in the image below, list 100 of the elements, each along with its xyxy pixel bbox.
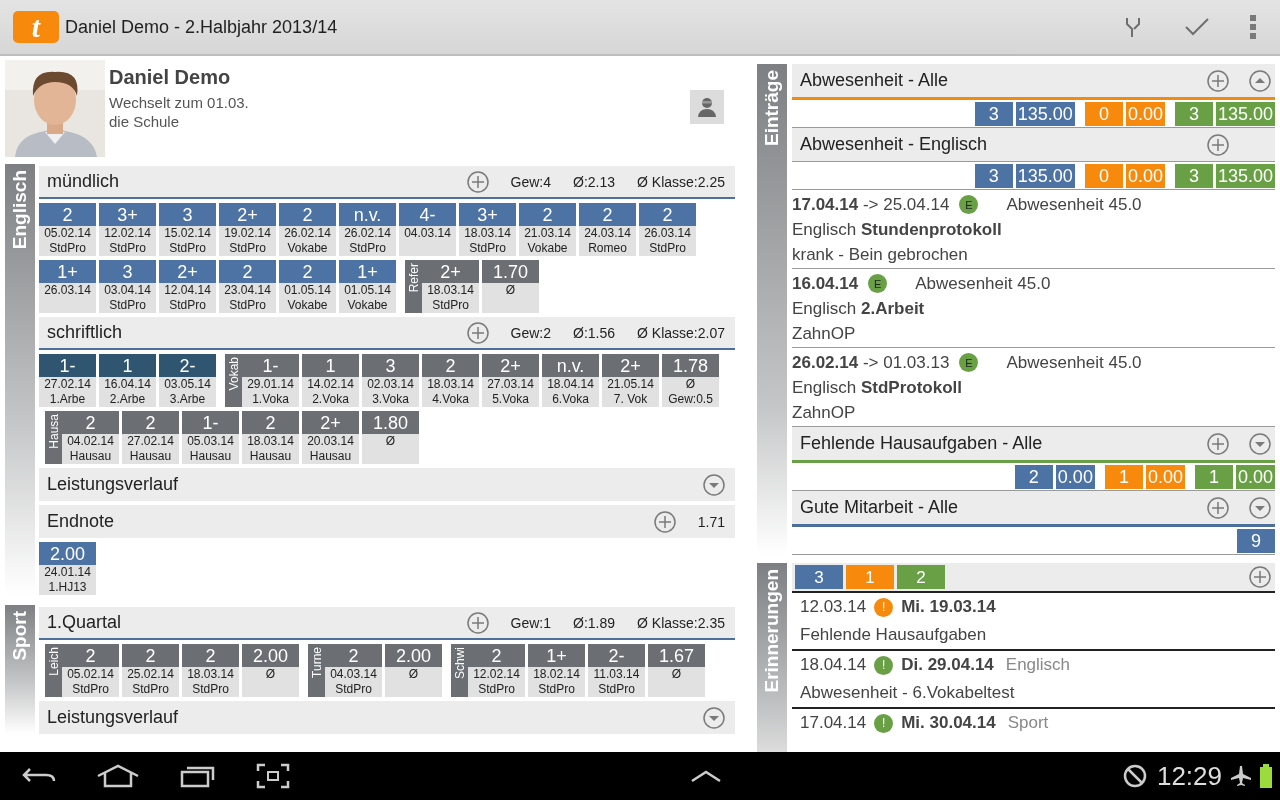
grade-value: 1+: [39, 260, 96, 283]
grade-caption: 18.03.14: [246, 434, 295, 449]
grade-tile[interactable]: 2.00 24.01.14 1.HJ13: [39, 542, 96, 595]
grade-tile[interactable]: 1.70 Ø: [482, 260, 539, 313]
expand-icon[interactable]: [703, 706, 725, 729]
add-icon[interactable]: [1207, 432, 1229, 455]
grade-tile[interactable]: 3 02.03.14 3.Voka: [362, 354, 419, 407]
expand-icon[interactable]: [703, 473, 725, 496]
grade-caption: 15.02.14: [163, 226, 212, 241]
grade-tile[interactable]: 2 05.02.14 StdPro: [62, 644, 119, 697]
grade-caption: 1.HJ13: [47, 579, 88, 594]
grade-tile[interactable]: 2 05.02.14 StdPro: [39, 203, 96, 256]
grade-tile[interactable]: 1 16.04.14 2.Arbe: [99, 354, 156, 407]
grade-tile[interactable]: 2 01.05.14 Vokabe: [279, 260, 336, 313]
grade-tile[interactable]: 1+ 26.03.14: [39, 260, 96, 313]
grade-tile[interactable]: 2 26.02.14 Vokabe: [279, 203, 336, 256]
grade-tile[interactable]: 2+ 18.03.14 StdPro: [422, 260, 479, 313]
section-header[interactable]: schriftlich Gew:2 Ø:1.56 Ø Klasse:2.07: [39, 317, 735, 350]
grade-tile[interactable]: 2+ 27.03.14 5.Voka: [482, 354, 539, 407]
add-icon[interactable]: [466, 611, 489, 634]
grade-tile[interactable]: n.v. 18.04.14 6.Voka: [542, 354, 599, 407]
grade-tile[interactable]: 3+ 12.02.14 StdPro: [99, 203, 156, 256]
reminder-due: Mi. 30.04.14: [901, 713, 996, 733]
grade-tile[interactable]: 2+ 12.04.14 StdPro: [159, 260, 216, 313]
grade-tile[interactable]: 1.80 Ø: [362, 411, 419, 464]
grade-tile[interactable]: 1+ 01.05.14 Vokabe: [339, 260, 396, 313]
grade-caption: Hausau: [188, 448, 233, 463]
add-icon[interactable]: [466, 321, 489, 344]
add-icon[interactable]: [653, 510, 676, 533]
grade-tile[interactable]: 2.00 Ø: [385, 644, 442, 697]
caret-up-icon[interactable]: [690, 769, 723, 783]
summary-header[interactable]: Gute Mitarbeit - Alle: [792, 491, 1275, 524]
grade-tile[interactable]: 2 12.02.14 StdPro: [468, 644, 525, 697]
summary-header[interactable]: Abwesenheit - Englisch: [792, 128, 1275, 161]
grade-tile[interactable]: 2.00 Ø: [242, 644, 299, 697]
grade-value: 2: [122, 644, 179, 667]
grade-tile[interactable]: 1.67 Ø: [648, 644, 705, 697]
add-icon[interactable]: [1249, 566, 1271, 588]
group-label: Leich: [45, 644, 62, 697]
grade-tile[interactable]: 2+ 20.03.14 Hausau: [302, 411, 359, 464]
entry-badge: E: [868, 274, 888, 293]
section-header[interactable]: Leistungsverlauf: [39, 468, 735, 501]
grade-tile[interactable]: 1+ 18.02.14 StdPro: [528, 644, 585, 697]
recent-apps-icon[interactable]: [180, 764, 216, 788]
grade-caption: 12.02.14: [472, 667, 521, 682]
contact-button[interactable]: [690, 90, 724, 124]
section-header[interactable]: mündlich Gew:4 Ø:2.13 Ø Klasse:2.25: [39, 166, 735, 199]
screenshot-icon[interactable]: [256, 763, 290, 789]
grade-tile[interactable]: 2 27.02.14 Hausau: [122, 411, 179, 464]
group-label: Vokab: [225, 354, 242, 407]
grade-tile[interactable]: 1- 05.03.14 Hausau: [182, 411, 239, 464]
grade-tile[interactable]: 2- 03.05.14 3.Arbe: [159, 354, 216, 407]
airplane-icon: [1230, 765, 1252, 787]
grade-tile[interactable]: n.v. 26.02.14 StdPro: [339, 203, 396, 256]
grade-tile[interactable]: 2 24.03.14 Romeo: [579, 203, 636, 256]
grade-tile[interactable]: 2 21.03.14 Vokabe: [519, 203, 576, 256]
grade-tile[interactable]: 3 15.02.14 StdPro: [159, 203, 216, 256]
grade-caption: StdPro: [48, 240, 87, 255]
grade-tile[interactable]: 2 18.03.14 StdPro: [182, 644, 239, 697]
expand-icon[interactable]: [1249, 432, 1271, 455]
grade-tile[interactable]: 3 03.04.14 StdPro: [99, 260, 156, 313]
grade-tile[interactable]: 2 23.04.14 StdPro: [219, 260, 276, 313]
entry-note: krank - Bein gebrochen: [792, 244, 969, 266]
grade-tile[interactable]: 1- 29.01.14 1.Voka: [242, 354, 299, 407]
entry-dates: 16.04.14: [792, 273, 859, 294]
summary-header[interactable]: Abwesenheit - Alle: [792, 64, 1275, 97]
grade-tile[interactable]: 2 04.02.14 Hausau: [62, 411, 119, 464]
check-icon[interactable]: [1184, 16, 1210, 38]
grade-tile[interactable]: 2 25.02.14 StdPro: [122, 644, 179, 697]
grade-tile[interactable]: 2 18.03.14 Hausau: [242, 411, 299, 464]
section-header[interactable]: 1.Quartal Gew:1 Ø:1.89 Ø Klasse:2.35: [39, 607, 735, 640]
grade-caption: 21.05.14: [606, 377, 655, 392]
grade-tile[interactable]: 4- 04.03.14: [399, 203, 456, 256]
add-icon[interactable]: [1207, 496, 1229, 519]
add-icon[interactable]: [466, 170, 489, 193]
home-icon[interactable]: [96, 764, 140, 788]
grade-tile[interactable]: 2 18.03.14 4.Voka: [422, 354, 479, 407]
section-stat: Ø Klasse:2.35: [637, 614, 725, 631]
grade-caption: 4.Voka: [431, 391, 470, 406]
grade-tile[interactable]: 3+ 18.03.14 StdPro: [459, 203, 516, 256]
expand-icon[interactable]: [1249, 496, 1271, 519]
summary-header[interactable]: Fehlende Hausaufgaben - Alle: [792, 427, 1275, 460]
section-header[interactable]: Leistungsverlauf: [39, 701, 735, 734]
section-stat: Ø:2.13: [573, 173, 616, 190]
grade-tile[interactable]: 2+ 19.02.14 StdPro: [219, 203, 276, 256]
overflow-menu-icon[interactable]: [1250, 15, 1256, 39]
grade-value: 2.00: [385, 644, 442, 667]
grade-tile[interactable]: 2- 11.03.14 StdPro: [588, 644, 645, 697]
add-icon[interactable]: [1207, 69, 1229, 92]
grade-tile[interactable]: 2+ 21.05.14 7. Vok: [602, 354, 659, 407]
add-icon[interactable]: [1207, 133, 1229, 156]
collapse-icon[interactable]: [1249, 69, 1271, 92]
clock: 12:29: [1156, 760, 1222, 792]
grade-tile[interactable]: 2 04.03.14 StdPro: [325, 644, 382, 697]
grade-tile[interactable]: 1.78 Ø Gew:0.5: [662, 354, 719, 407]
grade-tile[interactable]: 2 26.03.14 StdPro: [639, 203, 696, 256]
section-header[interactable]: Endnote 1.71: [39, 505, 735, 538]
person-icon: [696, 96, 718, 118]
grade-tile[interactable]: 1- 27.02.14 1.Arbe: [39, 354, 96, 407]
grade-tile[interactable]: 1 14.02.14 2.Voka: [302, 354, 359, 407]
